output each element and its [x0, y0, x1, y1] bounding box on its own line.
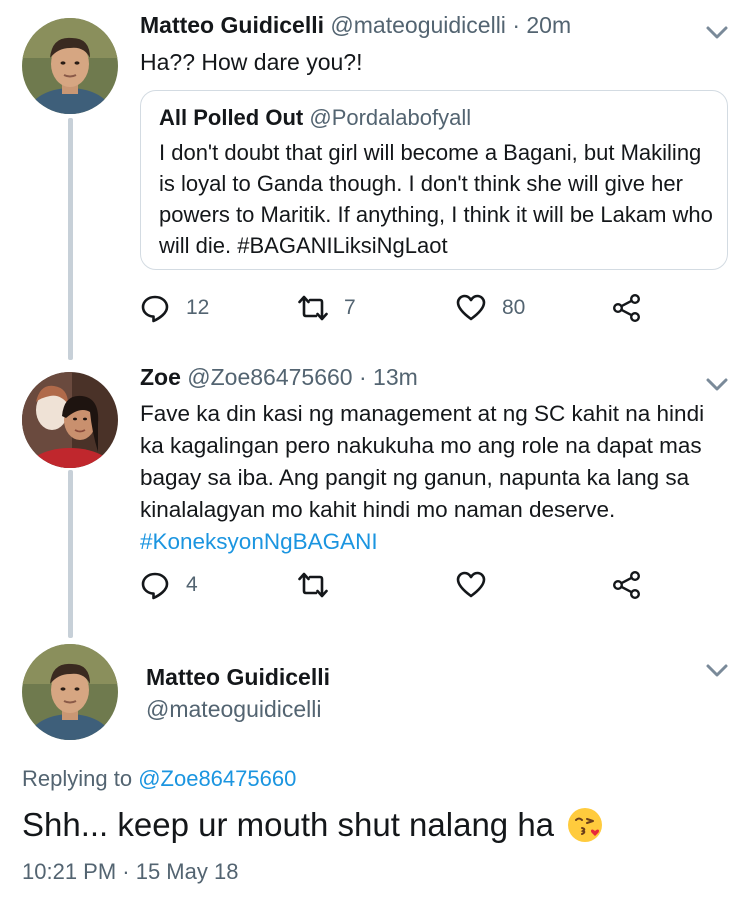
quoted-author-handle: @Pordalabofyall [309, 105, 472, 130]
author-name[interactable]: Matteo Guidicelli [146, 664, 330, 691]
chevron-down-icon[interactable] [705, 662, 729, 680]
quoted-tweet-card[interactable]: All Polled Out @Pordalabofyall I don't d… [140, 90, 728, 270]
author-name[interactable]: Zoe [140, 364, 181, 390]
chevron-down-icon[interactable] [705, 24, 729, 42]
chevron-down-icon[interactable] [705, 376, 729, 394]
tweet-thread: Matteo Guidicelli @mateoguidicelli · 20m… [0, 0, 750, 908]
share-icon [612, 293, 642, 323]
reply-count: 4 [186, 573, 198, 596]
header-separator: · [512, 12, 520, 38]
tweet-body: Fave ka din kasi ng management at ng SC … [140, 401, 705, 522]
retweet-button[interactable]: 7 [298, 292, 356, 324]
tweet-header: Zoe @Zoe86475660 · 13m [140, 364, 418, 391]
replying-to-label: Replying to [22, 766, 133, 791]
author-name[interactable]: Matteo Guidicelli [140, 12, 324, 38]
author-handle[interactable]: @Zoe86475660 [187, 364, 352, 390]
reply-icon [140, 570, 170, 600]
quoted-tweet-text: I don't doubt that girl will become a Ba… [159, 140, 713, 258]
share-button[interactable] [612, 292, 642, 324]
retweet-button[interactable] [298, 569, 328, 601]
mention-link[interactable]: @Zoe86475660 [138, 766, 296, 791]
share-button[interactable] [612, 569, 642, 601]
like-count: 80 [502, 296, 526, 319]
avatar[interactable] [22, 372, 118, 468]
tweet-time[interactable]: 20m [526, 12, 571, 38]
avatar[interactable] [22, 644, 118, 740]
reply-count: 12 [186, 296, 210, 319]
hashtag-link[interactable]: #KoneksyonNgBAGANI [140, 529, 378, 554]
like-button[interactable]: 80 [456, 292, 525, 324]
face-blowing-kiss-emoji [566, 806, 604, 844]
tweet-time[interactable]: 13m [373, 364, 418, 390]
thread-connector-line [68, 470, 73, 638]
header-separator: · [358, 364, 367, 390]
tweet-text: Ha?? How dare you?! [140, 49, 363, 75]
retweet-icon [298, 570, 328, 600]
tweet-text: Fave ka din kasi ng management at ng SC … [140, 398, 728, 558]
reply-button[interactable]: 4 [140, 569, 198, 601]
share-icon [612, 570, 642, 600]
tweet-timestamp[interactable]: 10:21 PM · 15 May 18 [22, 859, 238, 885]
reply-button[interactable]: 12 [140, 292, 209, 324]
retweet-count: 7 [344, 296, 356, 319]
like-button[interactable] [456, 569, 486, 601]
thread-connector-line [68, 118, 73, 360]
tweet-header: Matteo Guidicelli @mateoguidicelli · 20m [140, 12, 571, 39]
tweet-actions: 12 7 80 [140, 292, 660, 324]
avatar[interactable] [22, 18, 118, 114]
main-tweet-body: Shh... keep ur mouth shut nalang ha [22, 806, 555, 843]
main-tweet-text: Shh... keep ur mouth shut nalang ha [22, 806, 604, 844]
author-handle[interactable]: @mateoguidicelli [146, 696, 322, 723]
replying-to: Replying to @Zoe86475660 [22, 766, 296, 792]
quoted-tweet-header: All Polled Out @Pordalabofyall [159, 105, 471, 131]
reply-icon [140, 293, 170, 323]
retweet-icon [298, 293, 328, 323]
quoted-author-name: All Polled Out [159, 105, 304, 130]
tweet-actions: 4 [140, 569, 660, 601]
heart-icon [456, 293, 486, 323]
heart-icon [456, 570, 486, 600]
author-handle[interactable]: @mateoguidicelli [330, 12, 506, 38]
